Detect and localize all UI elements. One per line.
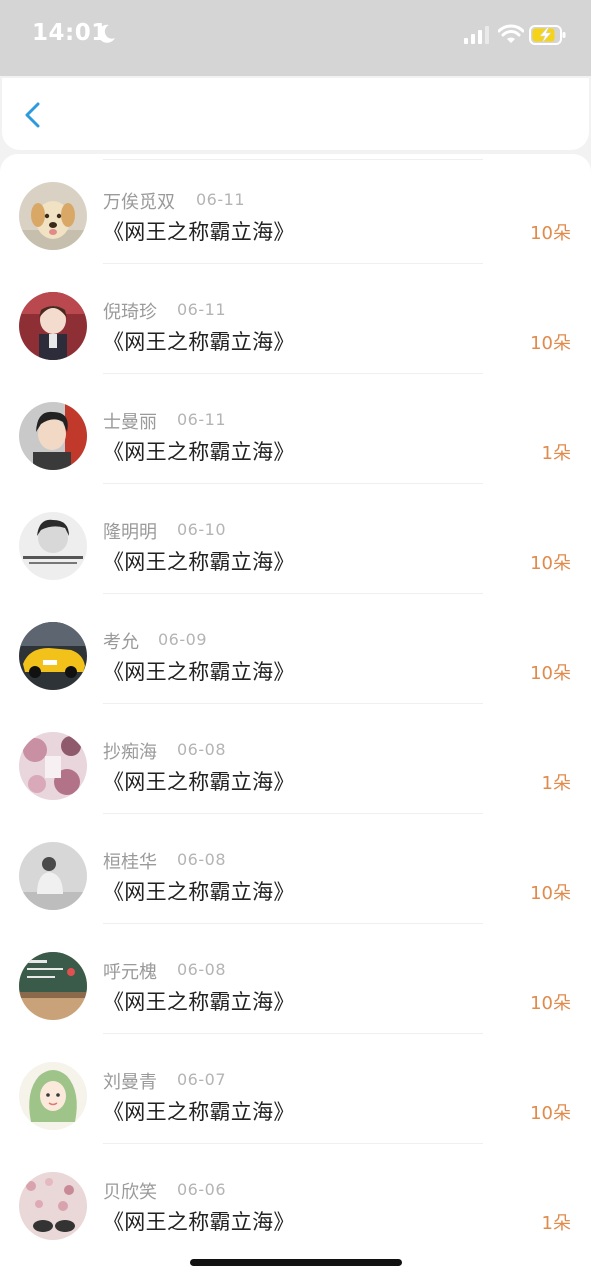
list-item[interactable]: 贝欣笑 06-06 《网王之称霸立海》 1朵 [0, 1144, 591, 1254]
battery-charging-icon [529, 25, 566, 45]
flower-count: 1朵 [541, 773, 571, 794]
flower-count: 10朵 [530, 883, 571, 904]
post-date: 06-08 [177, 740, 226, 759]
book-title[interactable]: 《网王之称霸立海》 [103, 766, 295, 796]
flower-count: 10朵 [530, 1103, 571, 1124]
post-date: 06-09 [158, 630, 207, 649]
list-item[interactable]: 桓桂华 06-08 《网王之称霸立海》 10朵 [0, 814, 591, 924]
list-item[interactable]: 隆明明 06-10 《网王之称霸立海》 10朵 [0, 484, 591, 594]
flower-count: 1朵 [541, 1213, 571, 1234]
home-indicator [190, 1259, 402, 1266]
list-item[interactable]: 刘曼青 06-07 《网王之称霸立海》 10朵 [0, 1034, 591, 1144]
post-date: 06-10 [177, 520, 226, 539]
book-title[interactable]: 《网王之称霸立海》 [103, 546, 295, 576]
list-item[interactable]: 士曼丽 06-11 《网王之称霸立海》 1朵 [0, 374, 591, 484]
status-bar: 14:01 [0, 0, 591, 76]
book-title[interactable]: 《网王之称霸立海》 [103, 326, 295, 356]
list-item[interactable]: 倪琦珍 06-11 《网王之称霸立海》 10朵 [0, 264, 591, 374]
flower-count: 1朵 [541, 443, 571, 464]
wifi-icon [498, 24, 524, 43]
avatar[interactable] [19, 182, 87, 250]
user-name: 考允 [103, 632, 139, 653]
book-title[interactable]: 《网王之称霸立海》 [103, 876, 295, 906]
list-item[interactable]: 万俟觅双 06-11 《网王之称霸立海》 10朵 [0, 154, 591, 264]
user-name: 刘曼青 [103, 1072, 157, 1093]
book-title[interactable]: 《网王之称霸立海》 [103, 656, 295, 686]
post-date: 06-08 [177, 960, 226, 979]
flower-count: 10朵 [530, 993, 571, 1014]
avatar[interactable] [19, 402, 87, 470]
user-name: 抄痴海 [103, 742, 157, 763]
moon-icon [98, 24, 115, 43]
user-name: 隆明明 [103, 522, 157, 543]
avatar[interactable] [19, 1062, 87, 1130]
user-name: 倪琦珍 [103, 302, 157, 323]
book-title[interactable]: 《网王之称霸立海》 [103, 986, 295, 1016]
flower-count: 10朵 [530, 223, 571, 244]
post-date: 06-11 [177, 410, 226, 429]
list-item[interactable]: 抄痴海 06-08 《网王之称霸立海》 1朵 [0, 704, 591, 814]
post-date: 06-11 [196, 190, 245, 209]
book-title[interactable]: 《网王之称霸立海》 [103, 1206, 295, 1236]
post-date: 06-11 [177, 300, 226, 319]
flower-count: 10朵 [530, 663, 571, 684]
avatar[interactable] [19, 512, 87, 580]
post-date: 06-06 [177, 1180, 226, 1199]
gift-record-list[interactable]: 万俟觅双 06-11 《网王之称霸立海》 10朵 倪琦珍 06-11 《网王之称… [0, 154, 591, 1280]
list-item[interactable]: 呼元槐 06-08 《网王之称霸立海》 10朵 [0, 924, 591, 1034]
avatar[interactable] [19, 622, 87, 690]
post-date: 06-07 [177, 1070, 226, 1089]
user-name: 桓桂华 [103, 852, 157, 873]
nav-bar [2, 78, 589, 150]
user-name: 呼元槐 [103, 962, 157, 983]
list-item[interactable]: 考允 06-09 《网王之称霸立海》 10朵 [0, 594, 591, 704]
book-title[interactable]: 《网王之称霸立海》 [103, 436, 295, 466]
avatar[interactable] [19, 292, 87, 360]
book-title[interactable]: 《网王之称霸立海》 [103, 1096, 295, 1126]
avatar[interactable] [19, 842, 87, 910]
avatar[interactable] [19, 1172, 87, 1240]
post-date: 06-08 [177, 850, 226, 869]
avatar[interactable] [19, 732, 87, 800]
flower-count: 10朵 [530, 333, 571, 354]
flower-count: 10朵 [530, 553, 571, 574]
screen: 14:01 万俟觅双 06-11 《网王之称霸立海》 10朵 倪琦珍 06-11… [0, 0, 591, 1280]
user-name: 万俟觅双 [103, 192, 175, 213]
user-name: 贝欣笑 [103, 1182, 157, 1203]
back-button[interactable] [18, 98, 52, 132]
book-title[interactable]: 《网王之称霸立海》 [103, 216, 295, 246]
signal-icon [464, 26, 489, 44]
avatar[interactable] [19, 952, 87, 1020]
user-name: 士曼丽 [103, 412, 157, 433]
